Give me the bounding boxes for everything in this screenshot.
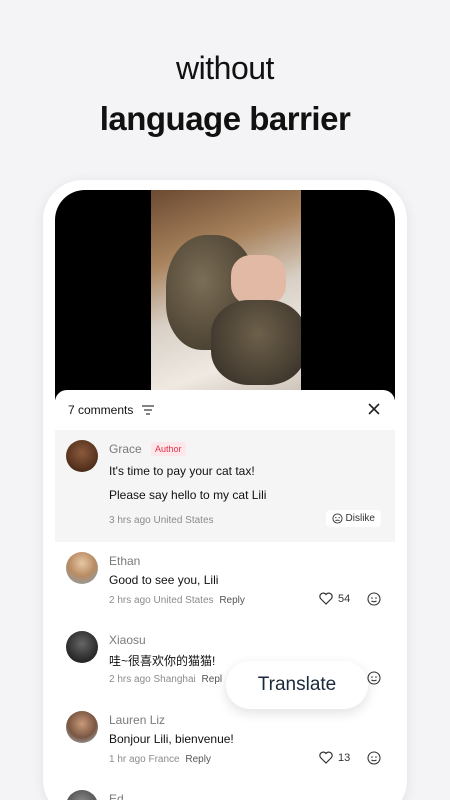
like-count: 13 bbox=[338, 751, 351, 764]
like-count: 54 bbox=[338, 592, 351, 605]
comment-location: Shanghai bbox=[153, 674, 196, 685]
reaction-icon[interactable] bbox=[367, 592, 381, 606]
comment-time: 2 hrs ago bbox=[109, 595, 151, 606]
list-item: Lauren Liz Bonjour Lili, bienvenue! 1 hr… bbox=[55, 709, 395, 779]
comment-meta: 2 hrs ago United States Reply bbox=[109, 595, 245, 606]
video-player[interactable] bbox=[55, 190, 395, 400]
comment-meta: 3 hrs ago United States bbox=[109, 515, 214, 526]
comment-time: 2 hrs ago bbox=[109, 674, 151, 685]
reply-link[interactable]: Reply bbox=[219, 595, 245, 606]
like-button[interactable]: 13 bbox=[319, 751, 350, 764]
comment-meta: 1 hr ago France Reply bbox=[109, 754, 211, 765]
commenter-name[interactable]: Ed bbox=[109, 792, 124, 800]
commenter-name[interactable]: Xiaosu bbox=[109, 633, 146, 647]
commenter-name[interactable]: Lauren Liz bbox=[109, 713, 165, 727]
avatar[interactable] bbox=[66, 440, 98, 472]
avatar[interactable] bbox=[66, 631, 98, 663]
comments-sheet: 7 comments Grace Author It's time to pay… bbox=[55, 390, 395, 800]
reply-link[interactable]: Reply bbox=[185, 754, 211, 765]
author-comment: Grace Author It's time to pay your cat t… bbox=[55, 430, 395, 542]
comment-text: Good to see you, Lili bbox=[109, 573, 219, 587]
hand bbox=[231, 255, 286, 305]
heart-icon bbox=[319, 751, 333, 764]
avatar[interactable] bbox=[66, 790, 98, 800]
comment-time: 3 hrs ago bbox=[109, 515, 151, 526]
sort-icon[interactable] bbox=[142, 405, 154, 415]
author-badge: Author bbox=[151, 442, 186, 456]
list-item: Ed bbox=[55, 788, 395, 800]
close-icon[interactable] bbox=[367, 402, 381, 416]
dislike-icon bbox=[332, 513, 343, 524]
dislike-button[interactable]: Dislike bbox=[325, 510, 381, 527]
comment-location: United States bbox=[153, 595, 214, 606]
cat-photo bbox=[151, 190, 301, 390]
commenter-name[interactable]: Ethan bbox=[109, 554, 140, 568]
comment-text: It's time to pay your cat tax! bbox=[109, 464, 255, 478]
comment-text: 哇~很喜欢你的猫猫! bbox=[109, 654, 216, 668]
comment-meta: 2 hrs ago Shanghai Repl bbox=[109, 674, 222, 685]
translate-button[interactable]: Translate bbox=[226, 661, 368, 709]
comment-location: United States bbox=[153, 515, 214, 526]
dislike-label: Dislike bbox=[345, 513, 375, 524]
comment-count: 7 comments bbox=[68, 403, 134, 417]
headline-line2: language barrier bbox=[99, 100, 351, 137]
comment-text: Bonjour Lili, bienvenue! bbox=[109, 732, 234, 746]
avatar[interactable] bbox=[66, 552, 98, 584]
comments-header: 7 comments bbox=[55, 390, 395, 430]
avatar[interactable] bbox=[66, 711, 98, 743]
comment-text: Please say hello to my cat Lili bbox=[109, 488, 267, 502]
heart-icon bbox=[319, 592, 333, 605]
comment-time: 1 hr ago bbox=[109, 754, 146, 765]
reply-link[interactable]: Repl bbox=[202, 674, 223, 685]
list-item: Ethan Good to see you, Lili 2 hrs ago Un… bbox=[55, 550, 395, 620]
reaction-icon[interactable] bbox=[367, 671, 381, 685]
reaction-icon[interactable] bbox=[367, 751, 381, 765]
commenter-name[interactable]: Grace bbox=[109, 442, 142, 456]
headline-line1: without bbox=[176, 50, 274, 86]
cat-body bbox=[211, 300, 301, 385]
like-button[interactable]: 54 bbox=[319, 592, 350, 605]
comment-location: France bbox=[148, 754, 180, 765]
